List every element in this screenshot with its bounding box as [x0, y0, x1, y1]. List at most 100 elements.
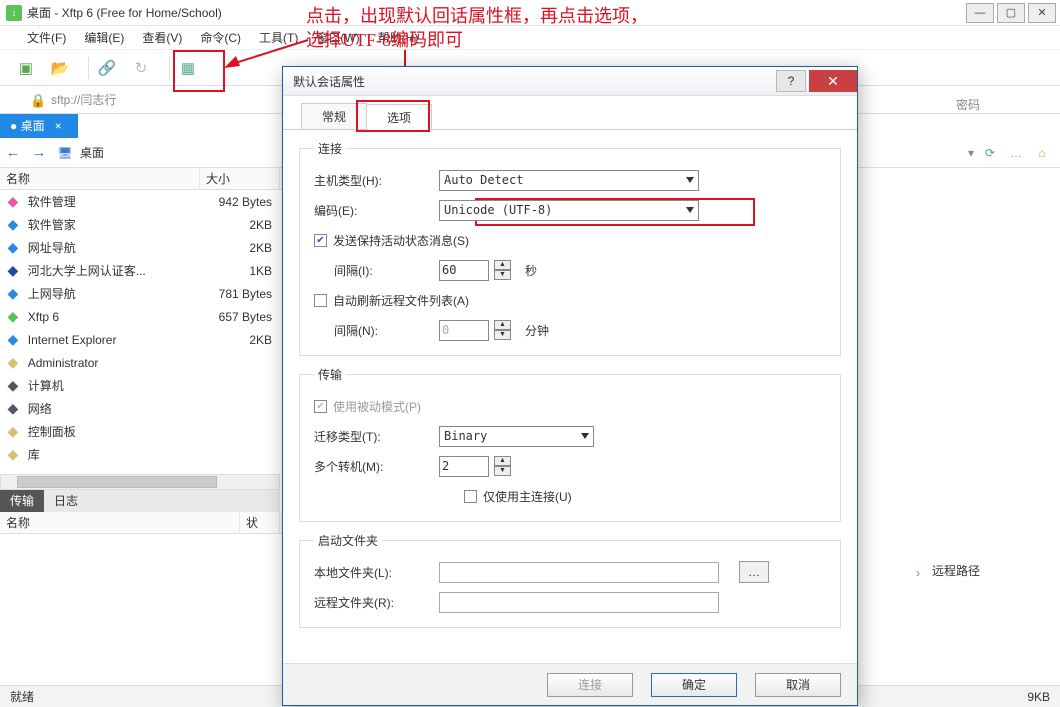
passive-label: 使用被动模式(P) — [333, 398, 421, 415]
list-item[interactable]: ◆软件管理942 Bytes — [0, 190, 282, 213]
dialog-footer: 连接 确定 取消 — [283, 663, 857, 705]
browse-button[interactable]: … — [739, 561, 769, 583]
back-icon[interactable]: ← — [0, 144, 26, 161]
spin-up-icon[interactable]: ▲ — [494, 320, 511, 330]
remote-folder-input[interactable] — [439, 592, 719, 613]
dropdown-caret-icon[interactable]: ▾ — [968, 146, 974, 160]
transfer-type-label: 迁移类型(T): — [314, 428, 439, 445]
col-name[interactable]: 名称 — [0, 168, 200, 189]
interval-label: 间隔(I): — [314, 262, 439, 279]
menu-file[interactable]: 文件(F) — [18, 29, 75, 46]
close-button[interactable]: ✕ — [1028, 3, 1056, 23]
spin-down-icon[interactable]: ▼ — [494, 466, 511, 476]
caret-icon — [686, 207, 694, 213]
app-icon: ↕ — [6, 5, 22, 21]
file-size: 781 Bytes — [203, 287, 282, 301]
keepalive-checkbox[interactable]: ✔ — [314, 234, 327, 247]
list-item[interactable]: ◆控制面板 — [0, 420, 282, 443]
local-folder-input[interactable] — [439, 562, 719, 583]
new-session-icon[interactable]: ▣ — [14, 56, 38, 80]
menu-tools[interactable]: 工具(T) — [250, 29, 307, 46]
spin-up-icon[interactable]: ▲ — [494, 260, 511, 270]
status-size: 9KB — [1027, 690, 1050, 704]
ok-button[interactable]: 确定 — [651, 673, 737, 697]
horizontal-scrollbar[interactable] — [0, 474, 280, 490]
list-item[interactable]: ◆Administrator — [0, 351, 282, 374]
autorefresh-checkbox[interactable] — [314, 294, 327, 307]
cancel-button[interactable]: 取消 — [755, 673, 841, 697]
list-item[interactable]: ◆计算机 — [0, 374, 282, 397]
only-primary-checkbox[interactable] — [464, 490, 477, 503]
file-name: 上网导航 — [28, 285, 203, 302]
menu-command[interactable]: 命令(C) — [191, 29, 250, 46]
list-item[interactable]: ◆软件管家2KB — [0, 213, 282, 236]
autorefresh-label: 自动刷新远程文件列表(A) — [333, 292, 469, 309]
tab-transfer[interactable]: 传输 — [0, 490, 44, 512]
spin-down-icon[interactable]: ▼ — [494, 330, 511, 340]
file-icon: ◆ — [4, 308, 22, 326]
file-name: Internet Explorer — [28, 333, 203, 347]
reconnect-icon[interactable]: ↻ — [129, 56, 153, 80]
multi-conn-spinner[interactable]: 2 — [439, 456, 489, 477]
dialog-titlebar: 默认会话属性 ? ✕ — [283, 67, 857, 96]
interval-n-label: 间隔(N): — [314, 322, 439, 339]
forward-icon[interactable]: → — [26, 144, 52, 161]
list-item[interactable]: ◆Xftp 6657 Bytes — [0, 305, 282, 328]
menu-view[interactable]: 查看(V) — [133, 29, 191, 46]
group-connection: 连接 主机类型(H): Auto Detect 编码(E): Unicode (… — [299, 140, 841, 356]
minimize-button[interactable]: — — [966, 3, 994, 23]
connect-button[interactable]: 连接 — [547, 673, 633, 697]
link-icon[interactable]: 🔗 — [95, 56, 119, 80]
log-header: 名称 状 — [0, 512, 282, 534]
file-icon: ◆ — [4, 331, 22, 349]
address-input[interactable] — [49, 92, 249, 108]
col-size[interactable]: 大小 — [200, 168, 280, 189]
home-icon[interactable]: ⌂ — [1032, 143, 1052, 163]
log-col-name[interactable]: 名称 — [0, 512, 240, 533]
file-name: 软件管理 — [28, 193, 203, 210]
file-size: 1KB — [203, 264, 282, 278]
spin-up-icon[interactable]: ▲ — [494, 456, 511, 466]
menu-bar: 文件(F) 编辑(E) 查看(V) 命令(C) 工具(T) 窗口(W) 帮助(H… — [0, 26, 1060, 50]
open-folder-icon[interactable]: 📂 — [48, 56, 72, 80]
nav-location: 桌面 — [80, 144, 104, 161]
list-item[interactable]: ◆河北大学上网认证客...1KB — [0, 259, 282, 282]
sidebar-tab-desktop[interactable]: ● 桌面× — [0, 114, 78, 138]
log-tabs: 传输 日志 — [0, 490, 280, 512]
passive-checkbox[interactable]: ✔ — [314, 400, 327, 413]
up-icon[interactable]: … — [1006, 143, 1026, 163]
list-item[interactable]: ◆上网导航781 Bytes — [0, 282, 282, 305]
file-name: 库 — [28, 446, 203, 463]
encoding-combo[interactable]: Unicode (UTF-8) — [439, 200, 699, 221]
log-col-status[interactable]: 状 — [240, 512, 280, 533]
host-type-combo[interactable]: Auto Detect — [439, 170, 699, 191]
annotation-text-1: 点击，出现默认回话属性框，再点击选项， — [306, 2, 648, 28]
caret-icon — [581, 433, 589, 439]
tab-close-icon[interactable]: × — [55, 119, 62, 133]
list-item[interactable]: ◆库 — [0, 443, 282, 466]
file-size: 2KB — [203, 241, 282, 255]
refresh-icon[interactable]: ⟳ — [980, 143, 1000, 163]
transfer-type-combo[interactable]: Binary — [439, 426, 594, 447]
list-item[interactable]: ◆Internet Explorer2KB — [0, 328, 282, 351]
file-size: 657 Bytes — [203, 310, 282, 324]
host-type-label: 主机类型(H): — [314, 172, 439, 189]
group-startup-folder: 启动文件夹 本地文件夹(L): … 远程文件夹(R): — [299, 532, 841, 628]
list-item[interactable]: ◆网址导航2KB — [0, 236, 282, 259]
expand-arrow-icon[interactable]: › — [916, 566, 920, 580]
status-text: 就绪 — [10, 688, 34, 705]
file-name: 河北大学上网认证客... — [28, 262, 203, 279]
interval-n-spinner[interactable]: 0 — [439, 320, 489, 341]
keepalive-label: 发送保持活动状态消息(S) — [333, 232, 469, 249]
spin-down-icon[interactable]: ▼ — [494, 270, 511, 280]
maximize-button[interactable]: ▢ — [997, 3, 1025, 23]
list-item[interactable]: ◆网络 — [0, 397, 282, 420]
menu-edit[interactable]: 编辑(E) — [75, 29, 133, 46]
tab-log[interactable]: 日志 — [44, 490, 88, 512]
help-button[interactable]: ? — [776, 70, 806, 92]
window-title: 桌面 - Xftp 6 (Free for Home/School) — [27, 4, 222, 21]
only-primary-label: 仅使用主连接(U) — [483, 488, 572, 505]
dialog-close-button[interactable]: ✕ — [809, 70, 857, 92]
interval-spinner[interactable]: 60 — [439, 260, 489, 281]
scrollbar-thumb[interactable] — [17, 476, 217, 488]
